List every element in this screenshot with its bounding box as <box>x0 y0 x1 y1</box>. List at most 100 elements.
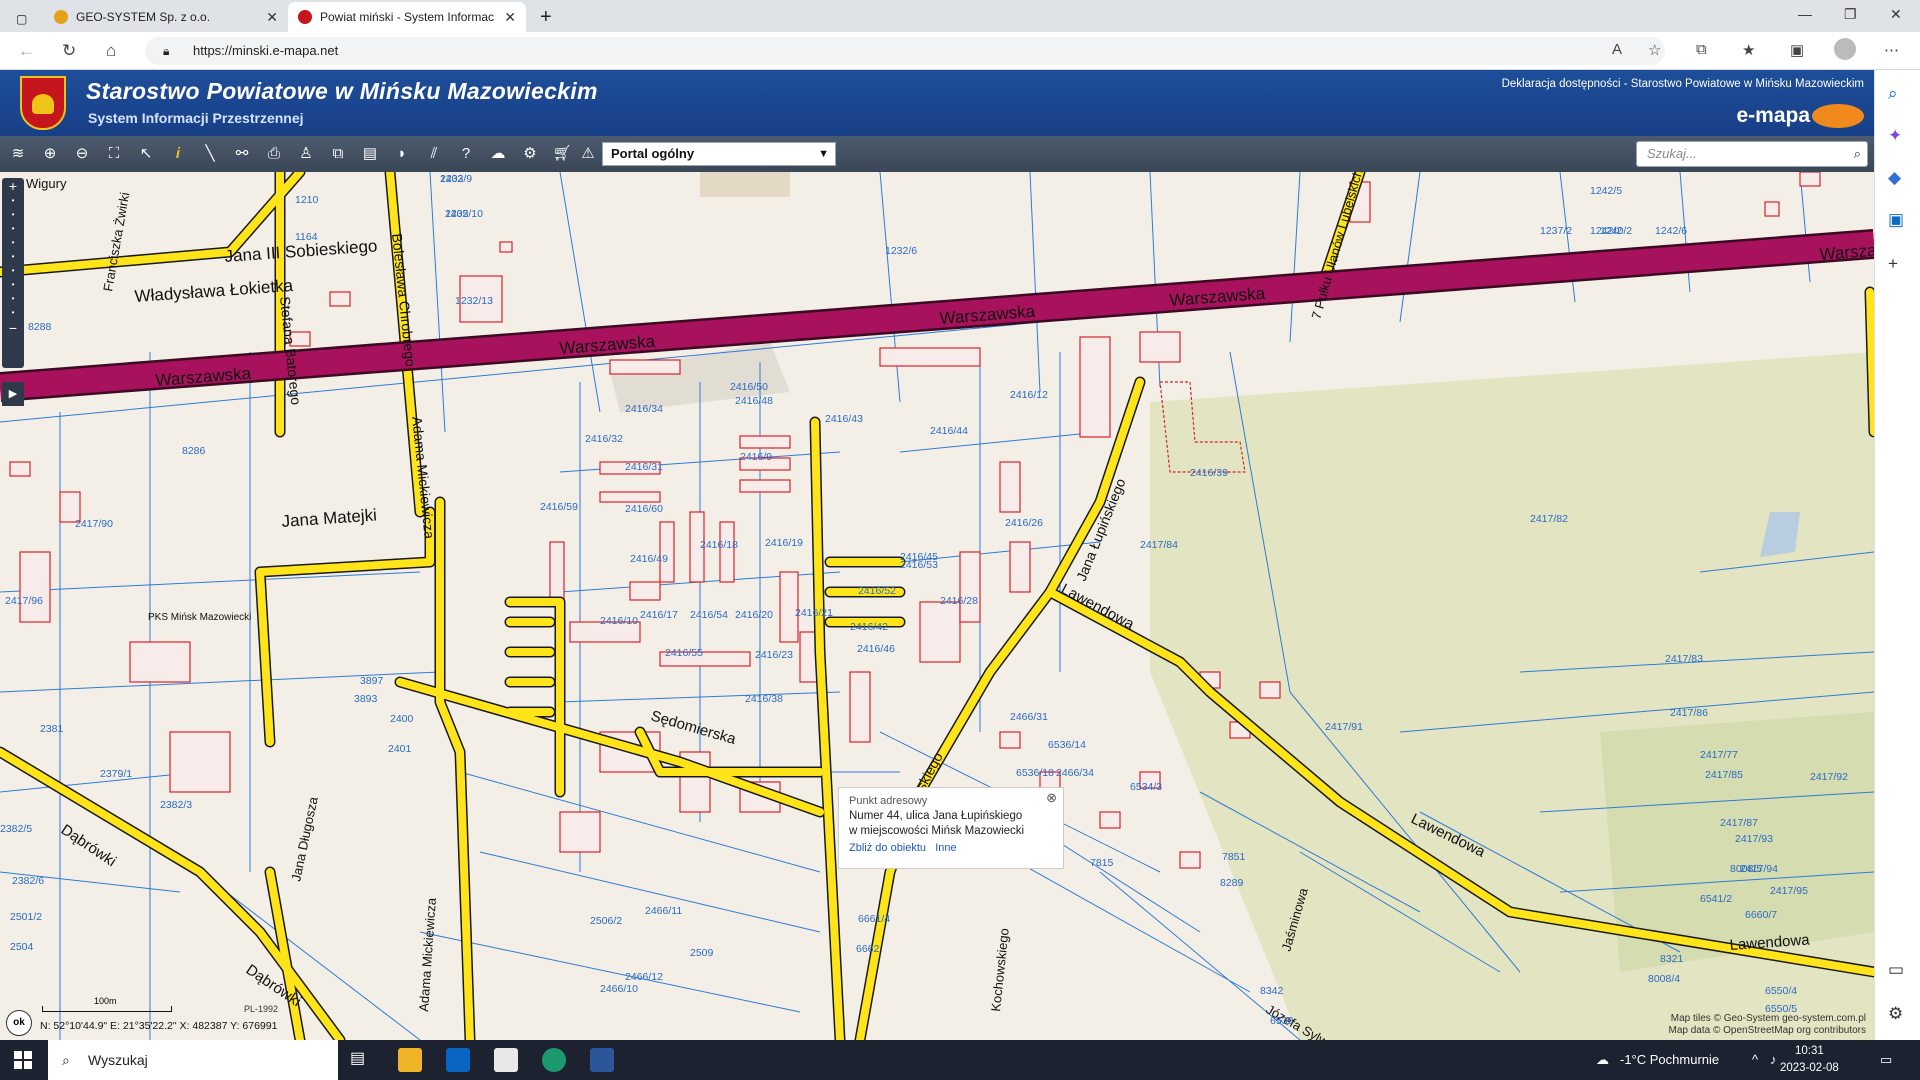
select-pointer-icon[interactable]: ↖ <box>134 143 158 165</box>
home-icon[interactable]: ⌂ <box>106 41 116 61</box>
warning-icon[interactable]: ⚠ <box>576 143 600 165</box>
outlook-icon[interactable]: ▣ <box>1888 210 1904 230</box>
link-icon[interactable]: ⚯ <box>230 143 254 165</box>
close-icon[interactable]: ⊗ <box>1046 790 1057 805</box>
comment-icon[interactable]: ◗ <box>390 143 414 165</box>
volume-icon[interactable]: ♪ <box>1770 1040 1777 1080</box>
taskbar-search[interactable]: ⌕ Wyszukaj <box>48 1040 338 1080</box>
url-field[interactable]: 🔒︎ https://minski.e-mapa.net <box>145 37 1665 65</box>
ok-button[interactable]: ok <box>6 1010 32 1036</box>
print-icon[interactable]: ⎙ <box>262 143 286 165</box>
weather-text[interactable]: -1°C Pochmurnie <box>1620 1040 1719 1080</box>
collections-icon[interactable]: ▣ <box>1790 41 1804 59</box>
parcel-number: 2506/2 <box>590 915 622 927</box>
parcel-number: 2417/93 <box>1735 833 1773 845</box>
outlook-app-icon[interactable] <box>446 1048 470 1072</box>
tray-chevron-icon[interactable]: ^ <box>1752 1040 1758 1080</box>
close-icon[interactable]: ✕ <box>504 9 516 26</box>
more-menu-icon[interactable]: ⋯ <box>1884 41 1899 59</box>
zoom-out-icon[interactable]: ⊖ <box>70 143 94 165</box>
parcel-number: 2416/59 <box>540 501 578 513</box>
parcel-number: 2416/48 <box>735 395 773 407</box>
back-icon[interactable]: ← <box>18 41 35 61</box>
search-input[interactable]: Szukaj... ⌕ <box>1636 141 1868 167</box>
compare-icon[interactable]: ⧉ <box>326 143 350 165</box>
parcel-number: 2405 <box>445 208 469 220</box>
profile-avatar[interactable] <box>1834 38 1856 60</box>
parcel-number: 6541/2 <box>1700 893 1732 905</box>
parcel-number: 1242/2 <box>1590 225 1622 237</box>
edge-icon[interactable] <box>542 1048 566 1072</box>
parcel-number: 2466/34 <box>1056 767 1094 779</box>
read-aloud-icon[interactable]: A <box>1612 41 1622 58</box>
zoom-plus-icon[interactable]: + <box>2 178 24 194</box>
zoom-to-object-link[interactable]: Zbliż do obiektu <box>849 842 926 854</box>
cart-icon[interactable]: 🛒︎ <box>550 143 574 165</box>
measure-icon[interactable]: ╲ <box>198 143 222 165</box>
search-icon[interactable]: ⌕ <box>1854 142 1861 166</box>
favorites-icon[interactable]: ★ <box>1742 41 1755 59</box>
file-explorer-icon[interactable] <box>398 1048 422 1072</box>
parcel-number: 2417/84 <box>1140 539 1178 551</box>
tab-geo-system[interactable]: GEO-SYSTEM Sp. z o.o. ✕ <box>44 2 288 32</box>
parcel-number: 2466/12 <box>625 971 663 983</box>
task-view-icon[interactable]: ▤ <box>350 1048 374 1072</box>
tab-powiat-minski[interactable]: Powiat miński - System Informac ✕ <box>288 2 526 32</box>
parcel-number: 8321 <box>1660 953 1684 965</box>
new-tab-icon[interactable]: + <box>530 2 562 32</box>
other-link[interactable]: Inne <box>935 842 956 854</box>
mail-icon[interactable] <box>494 1048 518 1072</box>
shopping-icon[interactable]: ◆ <box>1888 168 1901 188</box>
parcel-number: 2416/42 <box>850 621 888 633</box>
split-screen-icon[interactable]: ▭ <box>1888 960 1904 980</box>
refresh-icon[interactable]: ↻ <box>62 41 76 61</box>
close-icon[interactable]: ✕ <box>266 9 278 26</box>
chevron-down-icon: ▼ <box>818 148 829 160</box>
start-button[interactable] <box>14 1051 32 1069</box>
clock[interactable]: 10:31 2023-02-08 <box>1780 1043 1839 1077</box>
parcel-number: 2417/96 <box>5 595 43 607</box>
accessibility-declaration-link[interactable]: Deklaracja dostępności - Starostwo Powia… <box>1502 78 1864 90</box>
crs-label: PL-1992 <box>244 1004 279 1014</box>
scale-bar <box>42 1006 172 1012</box>
info-icon[interactable]: i <box>166 143 190 165</box>
cloud-download-icon[interactable]: ☁ <box>486 143 510 165</box>
full-extent-icon[interactable]: ⛶ <box>102 143 126 165</box>
parcel-number: 1237/2 <box>1540 225 1572 237</box>
word-icon[interactable] <box>590 1048 614 1072</box>
window-close-icon[interactable]: ✕ <box>1890 6 1902 23</box>
portal-select[interactable]: Portal ogólny ▼ <box>602 142 836 166</box>
url-text: https://minski.e-mapa.net <box>193 43 339 58</box>
extensions-icon[interactable]: ⧉ <box>1696 41 1707 58</box>
tab-title: GEO-SYSTEM Sp. z o.o. <box>76 10 211 24</box>
sparkle-icon[interactable]: ✦ <box>1888 126 1902 146</box>
favorite-star-icon[interactable]: ☆ <box>1648 41 1661 59</box>
settings-icon[interactable]: ⚙ <box>518 143 542 165</box>
zoom-minus-icon[interactable]: − <box>2 320 24 336</box>
minimize-icon[interactable]: — <box>1798 6 1812 22</box>
expand-panel-icon[interactable]: ▶ <box>2 382 24 406</box>
settings-icon[interactable]: ⚙ <box>1888 1004 1903 1024</box>
parcel-number: 2416/23 <box>755 649 793 661</box>
help-icon[interactable]: ? <box>454 143 478 165</box>
parcel-number: 2417/85 <box>1705 769 1743 781</box>
restore-icon[interactable]: ❐ <box>1844 6 1857 23</box>
parcel-number: 2400 <box>390 713 414 725</box>
add-icon[interactable]: + <box>1888 254 1898 274</box>
parcel-number: 2501/2 <box>10 911 42 923</box>
parcel-number: 2416/26 <box>1005 517 1043 529</box>
zoom-control[interactable]: + • • • • • • • • • − <box>2 178 24 368</box>
parcel-number: 2466/11 <box>645 905 682 917</box>
street-view-icon[interactable]: ♙ <box>294 143 318 165</box>
parcel-number: 2416/50 <box>730 381 768 393</box>
tab-actions-icon[interactable]: ▢ <box>6 4 36 34</box>
parcel-number: 2416/43 <box>825 413 863 425</box>
hatching-icon[interactable]: ⫽ <box>422 143 446 165</box>
split-view-icon[interactable]: ▤ <box>358 143 382 165</box>
zoom-in-icon[interactable]: ⊕ <box>38 143 62 165</box>
map-canvas[interactable]: Warszawska Warszawska Warszawska Warszaw… <box>0 172 1874 1040</box>
zoom-slider[interactable]: • • • • • • • • • <box>2 194 24 320</box>
layers-icon[interactable]: ≋ <box>6 143 30 165</box>
search-icon[interactable]: ⌕ <box>1888 84 1898 104</box>
notifications-icon[interactable]: ▭ <box>1880 1040 1892 1080</box>
